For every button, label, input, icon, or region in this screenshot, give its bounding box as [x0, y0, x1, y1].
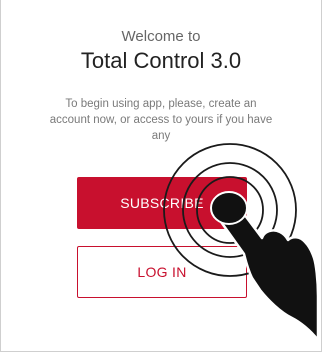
subscribe-button[interactable]: SUBSCRIBE	[77, 177, 247, 229]
intro-line-1: To begin using app, please, create an	[65, 98, 257, 110]
subscribe-button-label: SUBSCRIBE	[120, 195, 204, 211]
intro-line-2: account now, or access to yours if you h…	[49, 114, 273, 126]
intro-text: To begin using app, please, create an ac…	[1, 96, 321, 144]
welcome-text: Welcome to	[121, 28, 201, 45]
login-button-label: LOG IN	[137, 264, 187, 280]
login-button[interactable]: LOG IN	[77, 246, 247, 298]
app-title: Total Control 3.0	[80, 48, 242, 73]
onboarding-screen: Welcome to Total Control 3.0 To begin us…	[0, 0, 322, 352]
intro-line-3: any	[151, 130, 171, 142]
